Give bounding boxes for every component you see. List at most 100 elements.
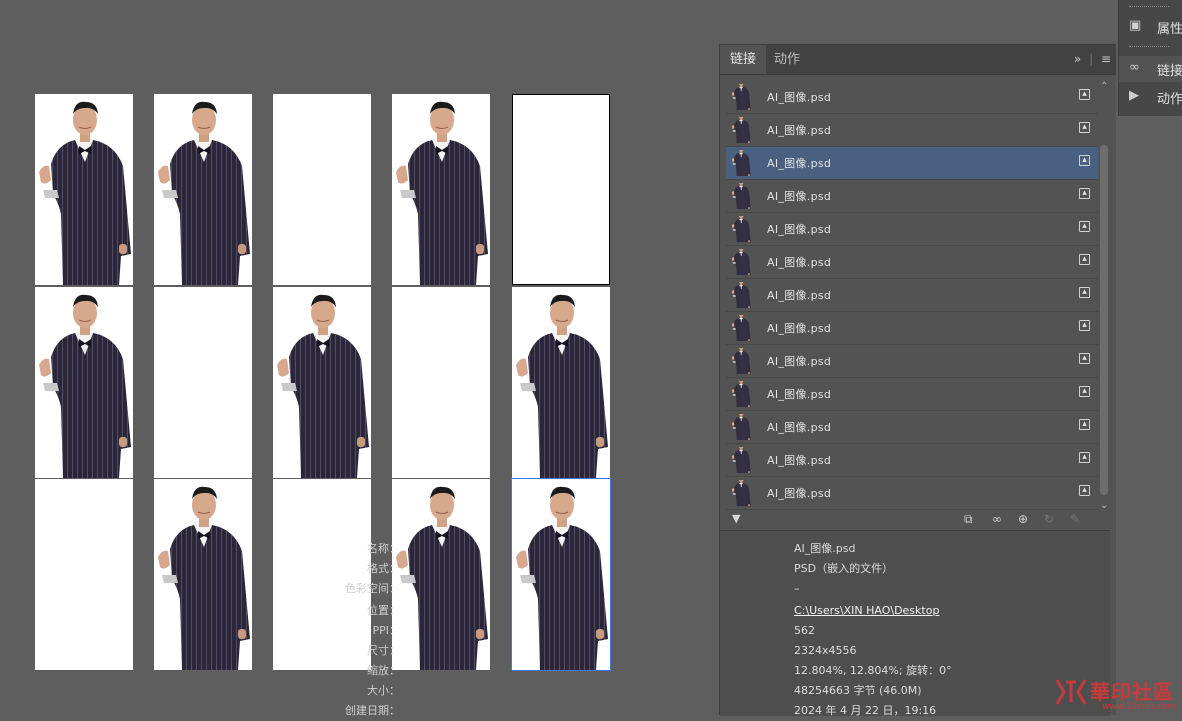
link-row[interactable]: AI_图像.psd ▴: [726, 444, 1098, 477]
embedded-icon: ▴: [1079, 89, 1090, 100]
dock-item-actions[interactable]: ▶ 动作: [1119, 84, 1182, 110]
artboard[interactable]: [392, 94, 490, 285]
tab-actions[interactable]: 动作: [764, 45, 810, 74]
embedded-icon: ▴: [1079, 155, 1090, 166]
panel-tabbar: 链接 动作 » | ≡: [720, 45, 1117, 75]
relink-cc-icon[interactable]: ⧉: [964, 512, 973, 527]
panel-menu-area: » | ≡: [1070, 45, 1111, 74]
info-colorspace-value: –: [794, 582, 800, 595]
link-row[interactable]: AI_图像.psd ▴: [726, 312, 1098, 345]
link-row[interactable]: AI_图像.psd ▴: [726, 378, 1098, 411]
link-row[interactable]: AI_图像.psd ▴: [726, 147, 1098, 180]
artboard[interactable]: [154, 287, 252, 478]
info-size-value: 2324x4556: [794, 644, 857, 657]
placed-image[interactable]: [512, 287, 610, 478]
artboard[interactable]: [512, 94, 610, 285]
embedded-icon: ▴: [1079, 188, 1090, 199]
link-thumbnail: [731, 414, 751, 440]
artboard[interactable]: [392, 479, 490, 670]
panel-menu-icon[interactable]: ≡: [1101, 45, 1111, 74]
link-toolbar: ▼ ⧉ ∞ ⊕ ↻ ✎: [720, 510, 1117, 528]
artboard[interactable]: [273, 287, 371, 478]
placed-image[interactable]: [512, 479, 610, 670]
link-thumbnail: [731, 84, 751, 110]
artboard[interactable]: [273, 94, 371, 285]
embedded-icon: ▴: [1079, 353, 1090, 364]
embedded-icon: ▴: [1079, 254, 1090, 265]
link-thumbnail: [731, 117, 751, 143]
collapse-info-icon[interactable]: ▼: [732, 512, 740, 525]
embedded-icon: ▴: [1079, 320, 1090, 331]
embedded-icon: ▴: [1079, 221, 1090, 232]
dock-grip[interactable]: [1129, 46, 1169, 50]
info-ppi-value: 562: [794, 624, 815, 637]
info-name-label: 名称：: [367, 542, 400, 555]
placed-image[interactable]: [154, 479, 252, 670]
dock-properties-label: 属性: [1157, 22, 1182, 37]
link-name: AI_图像.psd: [767, 190, 832, 203]
links-icon: ∞: [1129, 60, 1140, 75]
link-name: AI_图像.psd: [767, 322, 832, 335]
play-icon: ▶: [1129, 88, 1139, 103]
link-thumbnail: [731, 282, 751, 308]
collapsed-panel-dock: ▣ 属性 ∞ 链接 ▶ 动作: [1116, 0, 1182, 714]
expand-icon[interactable]: »: [1074, 45, 1081, 74]
link-name: AI_图像.psd: [767, 91, 832, 104]
link-row[interactable]: AI_图像.psd ▴: [726, 279, 1098, 312]
artboard[interactable]: [35, 479, 133, 670]
tab-links[interactable]: 链接: [720, 45, 767, 74]
update-link-icon[interactable]: ↻: [1044, 512, 1054, 526]
info-location-link[interactable]: C:\Users\XIN HAO\Desktop: [794, 601, 939, 621]
scrollbar[interactable]: ⌃ ⌄: [1098, 81, 1110, 511]
artboard[interactable]: [273, 479, 371, 670]
placed-image[interactable]: [35, 94, 133, 285]
link-row[interactable]: AI_图像.psd ▴: [726, 81, 1098, 114]
link-name: AI_图像.psd: [767, 421, 832, 434]
embedded-icon: ▴: [1079, 386, 1090, 397]
dock-item-links[interactable]: ∞ 链接: [1119, 56, 1182, 82]
scroll-thumb[interactable]: [1100, 145, 1108, 495]
link-name: AI_图像.psd: [767, 223, 832, 236]
dock-item-properties[interactable]: ▣ 属性: [1119, 14, 1182, 40]
link-thumbnail: [731, 216, 751, 242]
artboard[interactable]: [511, 478, 611, 671]
properties-icon: ▣: [1129, 18, 1142, 33]
link-thumbnail: [731, 150, 751, 176]
info-filesize-label: 大小：: [367, 684, 400, 697]
embedded-icon: ▴: [1079, 485, 1090, 496]
info-size-label: 尺寸：: [367, 644, 400, 657]
link-row[interactable]: AI_图像.psd ▴: [726, 213, 1098, 246]
link-name: AI_图像.psd: [767, 454, 832, 467]
artboard[interactable]: [154, 94, 252, 285]
placed-image[interactable]: [392, 94, 490, 285]
watermark-url: www.52cnp.com: [1102, 702, 1177, 712]
artboard[interactable]: [154, 479, 252, 670]
edit-original-icon[interactable]: ✎: [1070, 512, 1080, 526]
artboard[interactable]: [35, 94, 133, 285]
dock-actions-label: 动作: [1157, 92, 1182, 107]
link-row[interactable]: AI_图像.psd ▴: [726, 477, 1098, 510]
goto-link-icon[interactable]: ⊕: [1018, 512, 1028, 526]
embedded-icon: ▴: [1079, 122, 1090, 133]
artboard[interactable]: [35, 287, 133, 478]
artboard-canvas[interactable]: [0, 0, 716, 714]
link-row[interactable]: AI_图像.psd ▴: [726, 180, 1098, 213]
embedded-icon: ▴: [1079, 419, 1090, 430]
link-name: AI_图像.psd: [767, 487, 832, 500]
placed-image[interactable]: [273, 287, 371, 478]
artboard[interactable]: [512, 287, 610, 478]
link-row[interactable]: AI_图像.psd ▴: [726, 411, 1098, 444]
relink-icon[interactable]: ∞: [992, 512, 1002, 526]
dock-grip[interactable]: [1129, 6, 1169, 10]
link-row[interactable]: AI_图像.psd ▴: [726, 114, 1098, 147]
artboard[interactable]: [392, 287, 490, 478]
scroll-up-icon[interactable]: ⌃: [1100, 81, 1108, 92]
link-row[interactable]: AI_图像.psd ▴: [726, 345, 1098, 378]
info-ppi-label: PPI：: [372, 624, 400, 637]
watermark-logo-icon: [1055, 679, 1087, 705]
placed-image[interactable]: [35, 287, 133, 478]
info-created-label: 创建日期：: [345, 704, 400, 717]
placed-image[interactable]: [154, 94, 252, 285]
placed-image[interactable]: [392, 479, 490, 670]
link-row[interactable]: AI_图像.psd ▴: [726, 246, 1098, 279]
